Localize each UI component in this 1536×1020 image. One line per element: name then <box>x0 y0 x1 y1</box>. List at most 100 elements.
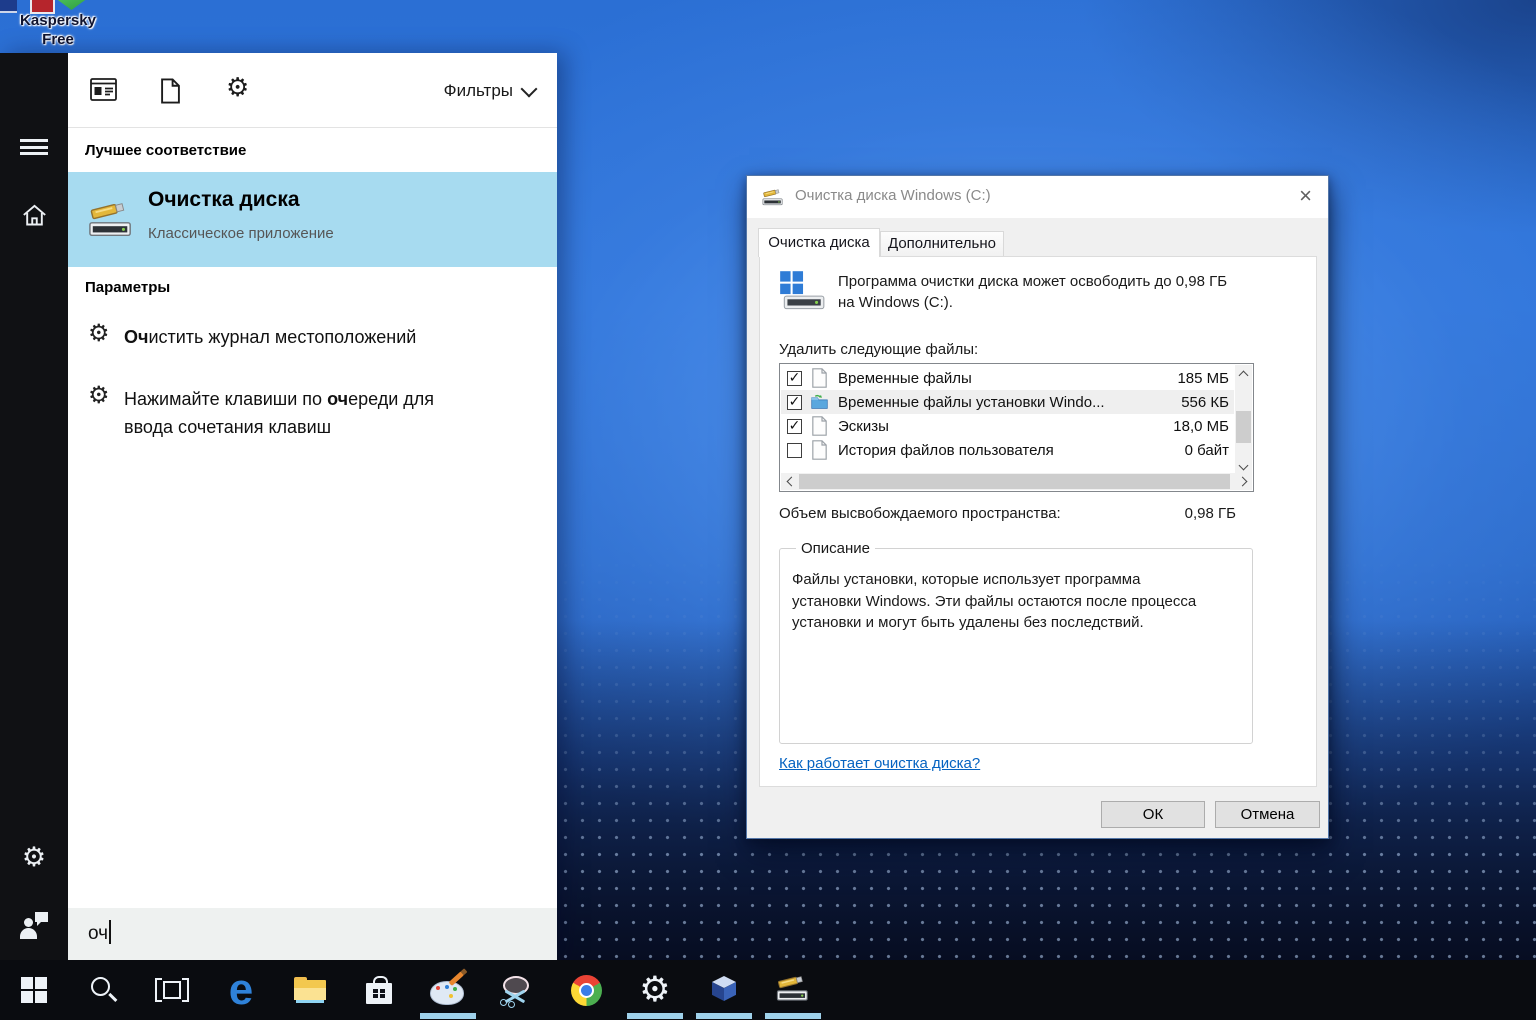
desktop-icon-kaspersky[interactable]: Kaspersky Free <box>6 0 110 58</box>
kaspersky-app-icon <box>30 0 55 14</box>
dialog-title: Очистка диска Windows (C:) <box>795 187 991 204</box>
chrome-icon <box>571 975 602 1006</box>
filters-label: Фильтры <box>444 81 513 101</box>
disk-cleanup-icon <box>88 196 134 242</box>
desktop-icon-fragment <box>0 0 17 13</box>
taskbar-paint-button[interactable] <box>424 960 472 1020</box>
flyout-header: ⚙ Фильтры <box>68 53 557 128</box>
screen: Kaspersky Free ⚙ <box>0 0 1536 1020</box>
file-category-name: История файлов пользователя <box>838 442 1157 459</box>
settings-result-item[interactable]: ⚙ Очистить журнал местоположений <box>68 311 557 361</box>
taskbar-settings-button[interactable]: ⚙ <box>631 960 679 1020</box>
disk-cleanup-dialog: Очистка диска Windows (C:) × Очистка дис… <box>746 175 1329 839</box>
file-row[interactable]: История файлов пользователя0 байт <box>781 438 1234 462</box>
space-gained-value: 0,98 ГБ <box>1185 505 1236 522</box>
settings-filter-icon[interactable]: ⚙ <box>226 75 249 101</box>
feedback-icon <box>19 911 49 939</box>
taskbar: e⚙ <box>0 960 1536 1020</box>
filters-dropdown[interactable]: Фильтры <box>444 81 535 101</box>
tab-disk-cleanup[interactable]: Очистка диска <box>758 228 880 257</box>
running-indicator <box>696 1013 752 1019</box>
taskbar-edge-button[interactable]: e <box>217 960 265 1020</box>
windows-drive-icon <box>776 269 828 315</box>
settings-results-list: ⚙ Очистить журнал местоположений ⚙Нажимайт… <box>68 311 557 463</box>
apps-filter-icon[interactable] <box>90 78 117 101</box>
description-text: Файлы установки, которые использует прог… <box>792 569 1240 634</box>
edge-icon: e <box>229 971 253 1009</box>
description-groupbox: Описание Файлы установки, которые исполь… <box>779 540 1253 744</box>
taskbar-snipping-tool-button[interactable] <box>493 960 541 1020</box>
folder-icon <box>811 392 831 412</box>
file-category-name: Эскизы <box>838 418 1157 435</box>
file-icon <box>811 440 831 460</box>
settings-icon: ⚙ <box>639 973 670 1008</box>
hamburger-menu-icon <box>20 136 48 159</box>
ok-button[interactable]: ОК <box>1101 801 1205 828</box>
dialog-titlebar[interactable]: Очистка диска Windows (C:) × <box>747 176 1328 218</box>
settings-result-item[interactable]: ⚙Нажимайте клавиши по очереди для ввода … <box>68 373 557 451</box>
text-caret <box>109 920 111 944</box>
desktop-icon-label: Kaspersky Free <box>6 11 110 49</box>
running-indicator <box>420 1013 476 1019</box>
settings-result-text: Очистить журнал местоположений <box>124 323 537 351</box>
search-icon <box>88 975 118 1005</box>
vertical-scrollbar[interactable] <box>1235 365 1252 475</box>
scroll-right-button[interactable] <box>1235 473 1252 490</box>
taskbar-virtualbox-button[interactable] <box>700 960 748 1020</box>
taskbar-task-view-button[interactable] <box>148 960 196 1020</box>
result-subtitle: Классическое приложение <box>148 225 334 242</box>
result-title: Очистка диска <box>148 188 300 212</box>
file-row[interactable]: ✓ Эскизы18,0 МБ <box>781 414 1234 438</box>
file-category-size: 0 байт <box>1157 442 1234 459</box>
cancel-button[interactable]: Отмена <box>1215 801 1320 828</box>
rail-settings-button[interactable]: ⚙ <box>0 833 68 881</box>
checkbox-checked[interactable]: ✓ <box>787 395 802 410</box>
virtualbox-icon <box>709 975 739 1005</box>
start-icon <box>21 977 47 1003</box>
taskbar-search-button[interactable] <box>79 960 127 1020</box>
file-row[interactable]: ✓Временные файлы185 МБ <box>781 366 1234 390</box>
checkbox-unchecked[interactable] <box>787 443 802 458</box>
horizontal-scrollbar[interactable] <box>781 473 1252 490</box>
checkbox-checked[interactable]: ✓ <box>787 419 802 434</box>
taskbar-start-button[interactable] <box>10 960 58 1020</box>
summary-text: Программа очистки диска может освободить… <box>838 271 1308 313</box>
space-gained-label: Объем высвобождаемого пространства: <box>779 505 1061 522</box>
search-query-text: оч <box>88 923 108 944</box>
start-search-flyout: ⚙ ⚙ Фильтры <box>0 53 557 960</box>
scroll-up-button[interactable] <box>1235 365 1252 382</box>
documents-filter-icon[interactable] <box>160 78 181 104</box>
taskbar-chrome-button[interactable] <box>562 960 610 1020</box>
taskbar-file-explorer-button[interactable] <box>286 960 334 1020</box>
store-icon <box>366 976 392 1005</box>
file-category-size: 556 КБ <box>1157 394 1234 411</box>
checkbox-checked[interactable]: ✓ <box>787 371 802 386</box>
taskbar-store-button[interactable] <box>355 960 403 1020</box>
help-link[interactable]: Как работает очистка диска? <box>779 755 980 772</box>
home-button[interactable] <box>0 191 68 239</box>
menu-button[interactable] <box>0 123 68 171</box>
best-match-header: Лучшее соответствие <box>85 142 246 159</box>
best-match-result[interactable]: Очистка диска Классическое приложение <box>68 172 557 267</box>
running-indicator <box>627 1013 683 1019</box>
file-category-size: 18,0 МБ <box>1157 418 1234 435</box>
flyout-rail: ⚙ <box>0 53 68 960</box>
home-icon <box>21 202 48 229</box>
taskbar-disk-cleanup-button[interactable] <box>769 960 817 1020</box>
close-button[interactable]: × <box>1299 183 1312 209</box>
scroll-left-button[interactable] <box>781 473 798 490</box>
paint-icon <box>430 975 466 1005</box>
feedback-button[interactable] <box>0 901 68 949</box>
search-input[interactable]: оч <box>68 908 557 960</box>
settings-gear-icon: ⚙ <box>22 844 46 871</box>
files-rows: ✓Временные файлы185 МБ✓Временные файлы у… <box>781 366 1234 472</box>
gear-icon: ⚙ <box>88 321 110 345</box>
running-indicator <box>765 1013 821 1019</box>
file-row[interactable]: ✓Временные файлы установки Windo...556 К… <box>781 390 1234 414</box>
file-category-size: 185 МБ <box>1157 370 1234 387</box>
tab-more-options[interactable]: Дополнительно <box>880 231 1004 257</box>
horizontal-scroll-thumb[interactable] <box>799 474 1230 489</box>
description-legend: Описание <box>796 540 875 557</box>
vertical-scroll-thumb[interactable] <box>1236 411 1251 443</box>
tab-page: Программа очистки диска может освободить… <box>759 256 1317 787</box>
